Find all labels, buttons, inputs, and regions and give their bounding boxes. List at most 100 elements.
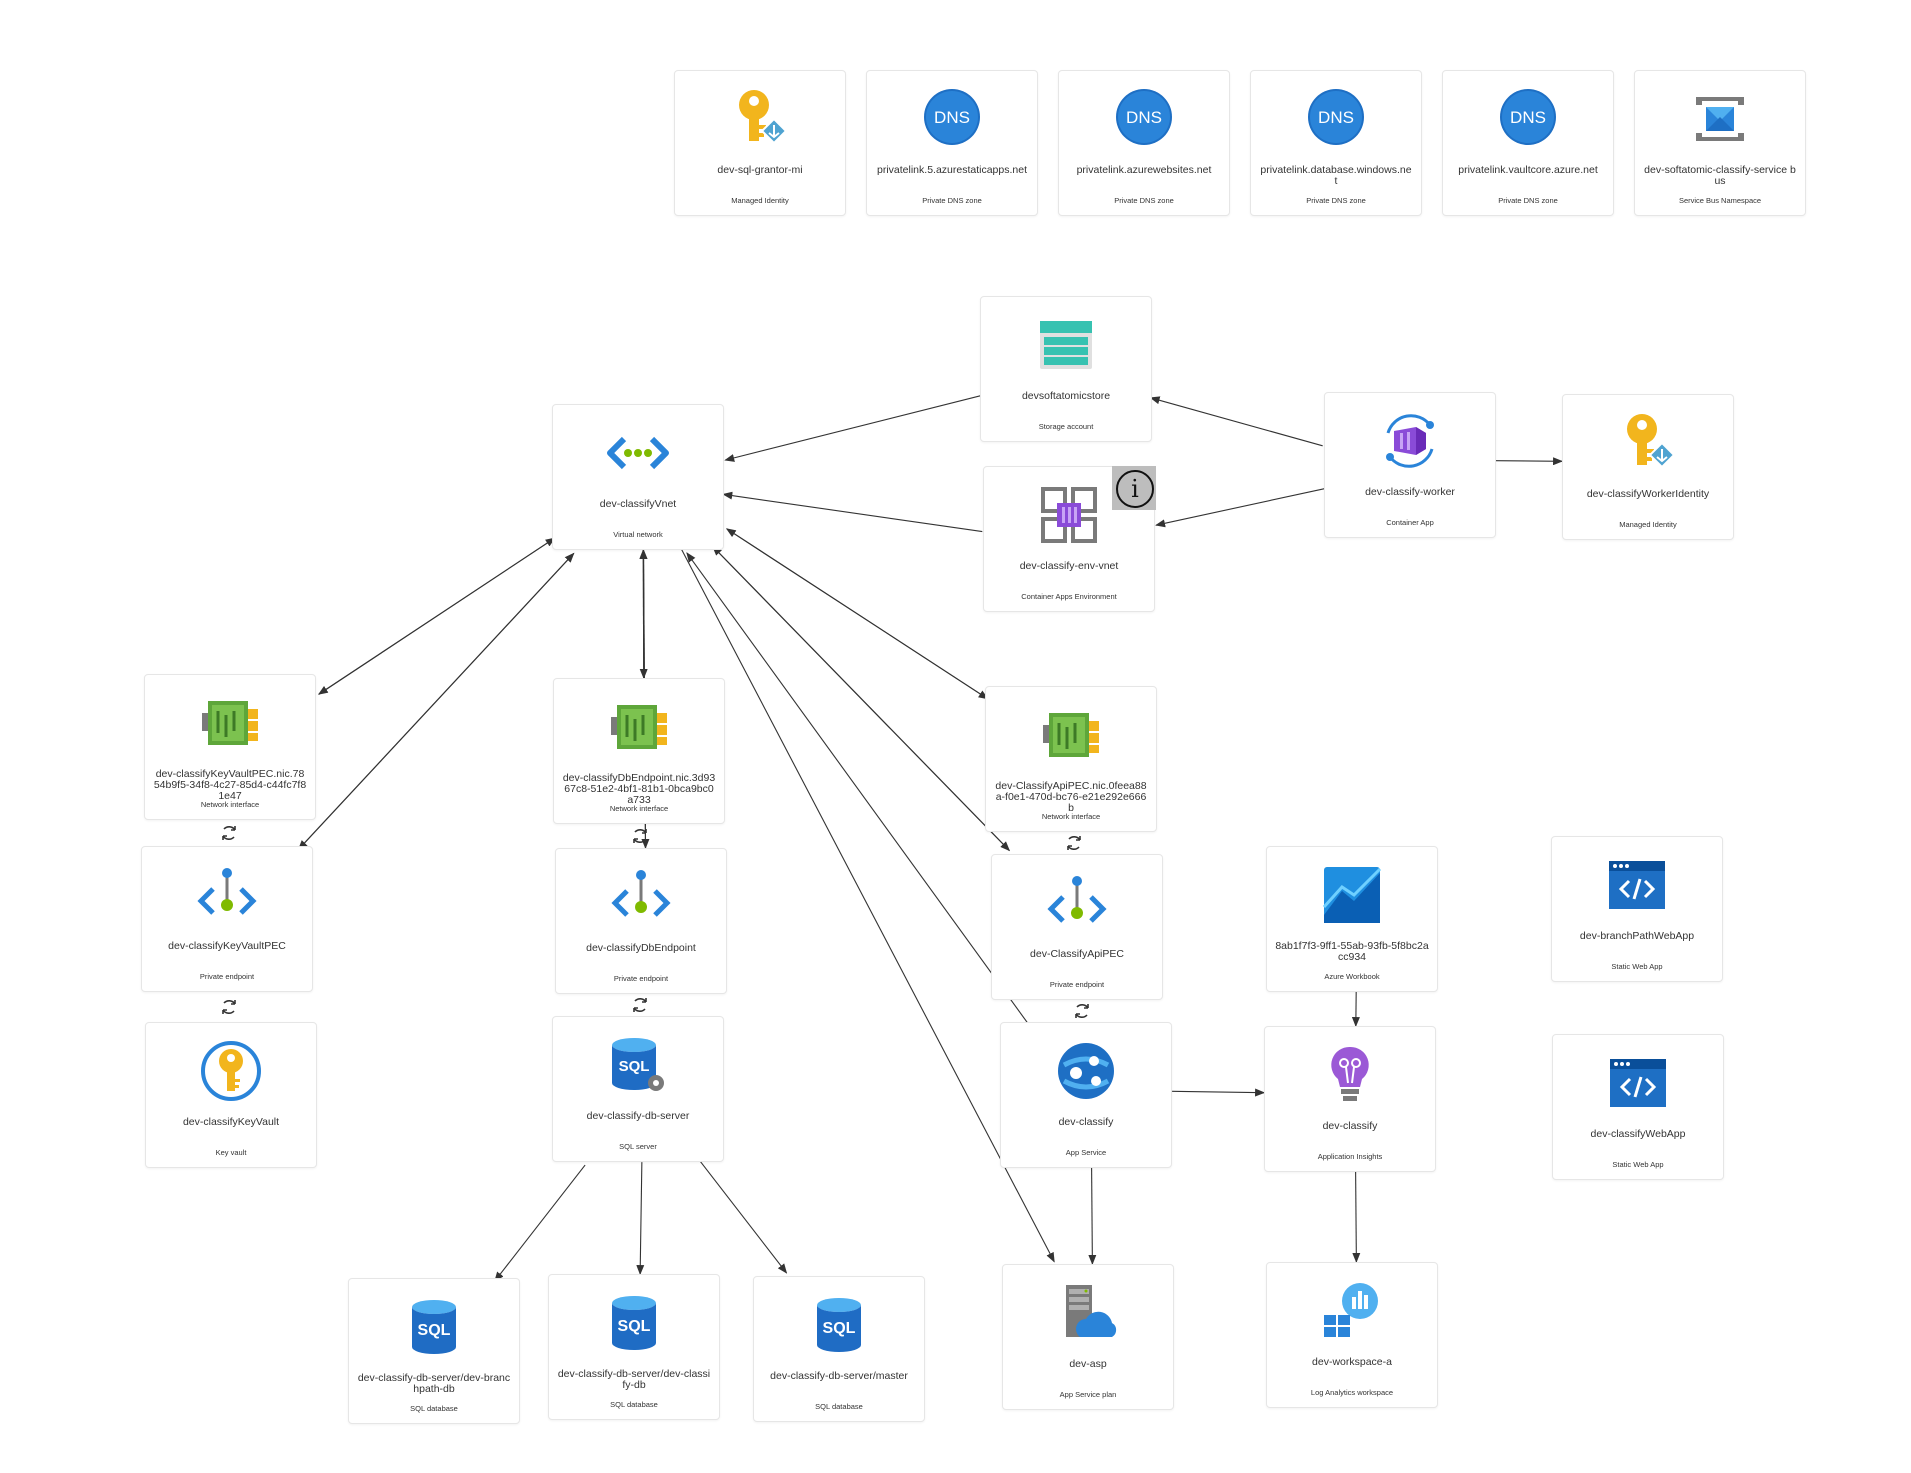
node-name: dev-sql-grantor-mi: [717, 164, 803, 176]
info-badge[interactable]: i: [1112, 466, 1156, 510]
node-dev-classify-worker[interactable]: dev-classify-worker Container App: [1324, 392, 1496, 538]
dns-icon: DNS: [1304, 87, 1368, 151]
edge-dbserver-to-db_classify: [636, 1162, 645, 1276]
edge-pe_kv-to-vnet: [298, 552, 575, 850]
node-dev-classifykeyvaultpec[interactable]: dev-classifyKeyVaultPEC Private endpoint: [141, 846, 313, 992]
node-devsoftatomicstore[interactable]: devsoftatomicstore Storage account: [980, 296, 1152, 442]
node-type: Network interface: [200, 800, 260, 809]
node-type: Private DNS zone: [1306, 196, 1366, 205]
node-type: SQL database: [610, 1400, 658, 1409]
node-type: SQL database: [410, 1404, 458, 1413]
node-privatelink-database[interactable]: DNS privatelink.database.windows.net Pri…: [1250, 70, 1422, 216]
node-dev-branchpath-db[interactable]: SQL dev-classify-db-server/dev-branchpat…: [348, 1278, 520, 1424]
node-dev-sql-grantor-mi[interactable]: dev-sql-grantor-mi Managed Identity: [674, 70, 846, 216]
node-name: dev-classifyDbEndpoint.nic.3d9367c8-51e2…: [562, 772, 716, 806]
node-dev-classify-app-service[interactable]: dev-classify App Service: [1000, 1022, 1172, 1168]
node-name: dev-asp: [1069, 1358, 1107, 1370]
network-interface-icon: [198, 691, 262, 755]
node-dev-classifywebapp[interactable]: dev-classifyWebApp Static Web App: [1552, 1034, 1724, 1180]
node-apipec-nic[interactable]: dev-ClassifyApiPEC.nic.0feea88a-f0e1-470…: [985, 686, 1157, 832]
node-dev-workspace-a[interactable]: dev-workspace-a Log Analytics workspace: [1266, 1262, 1438, 1408]
node-type: App Service: [1065, 1148, 1107, 1157]
node-name: dev-ClassifyApiPEC.nic.0feea88a-f0e1-470…: [995, 780, 1147, 814]
static-web-app-icon: [1605, 853, 1669, 917]
edge-nic_api-to-vnet: [725, 528, 989, 700]
edge-worker-to-storage: [1149, 396, 1323, 447]
edge-vnet-to-nic_kv: [317, 537, 556, 695]
node-name: dev-classifyKeyVaultPEC: [168, 940, 286, 952]
dns-icon: DNS: [1496, 87, 1560, 151]
node-keyvault-nic[interactable]: dev-classifyKeyVaultPEC.nic.7854b9f5-34f…: [144, 674, 316, 820]
node-name: dev-classify-worker: [1365, 486, 1455, 498]
edge-nic_kv-to-vnet: [318, 537, 556, 695]
private-endpoint-icon: [195, 863, 259, 927]
node-name: dev-classifyWebApp: [1590, 1128, 1686, 1140]
managed-identity-icon: [1616, 411, 1680, 475]
sql-database-icon: SQL: [807, 1293, 871, 1357]
private-endpoint-icon: [609, 865, 673, 929]
node-dev-classifyapipec[interactable]: dev-ClassifyApiPEC Private endpoint: [991, 854, 1163, 1000]
node-privatelink-azurewebsites[interactable]: DNS privatelink.azurewebsites.net Privat…: [1058, 70, 1230, 216]
node-name: dev-classifyKeyVaultPEC.nic.7854b9f5-34f…: [153, 768, 307, 802]
node-dev-classifyvnet[interactable]: dev-classifyVnet Virtual network: [552, 404, 724, 550]
sql-database-icon: SQL: [602, 1291, 666, 1355]
two-way-connection-icon: [1063, 832, 1085, 854]
svg-text:SQL: SQL: [418, 1322, 451, 1339]
service-bus-icon: [1688, 87, 1752, 151]
svg-text:SQL: SQL: [823, 1320, 856, 1337]
node-type: Private DNS zone: [922, 196, 982, 205]
edge-appsvc-to-asp: [1088, 1167, 1097, 1265]
node-azure-workbook[interactable]: 8ab1f7f3-9ff1-55ab-93fb-5f8bc2acc934 Azu…: [1266, 846, 1438, 992]
edge-storage-to-vnet: [724, 395, 982, 462]
node-type: Managed Identity: [731, 196, 789, 205]
edge-appsvc-to-vnet: [686, 552, 1030, 1026]
network-interface-icon: [607, 695, 671, 759]
node-dev-classify-db[interactable]: SQL dev-classify-db-server/dev-classify-…: [548, 1274, 720, 1420]
diagram-canvas: dev-sql-grantor-mi Managed Identity DNS …: [0, 0, 1911, 1473]
node-type: Virtual network: [613, 530, 663, 539]
svg-text:SQL: SQL: [619, 1058, 650, 1075]
node-dev-asp[interactable]: dev-asp App Service plan: [1002, 1264, 1174, 1410]
node-name: dev-classify-env-vnet: [1019, 560, 1119, 572]
edge-vnet-to-nic_api: [726, 528, 989, 700]
node-name: privatelink.vaultcore.azure.net: [1458, 164, 1598, 176]
node-name: devsoftatomicstore: [1021, 390, 1111, 402]
node-privatelink-vaultcore[interactable]: DNS privatelink.vaultcore.azure.net Priv…: [1442, 70, 1614, 216]
node-dev-classify-app-insights[interactable]: dev-classify Application Insights: [1264, 1026, 1436, 1172]
node-privatelink-azurestaticapps[interactable]: DNS privatelink.5.azurestaticapps.net Pr…: [866, 70, 1038, 216]
edge-envvnet-to-vnet: [722, 491, 983, 533]
node-master-db[interactable]: SQL dev-classify-db-server/master SQL da…: [753, 1276, 925, 1422]
edge-vnet-to-pe_kv: [297, 553, 575, 851]
node-type: Key vault: [215, 1148, 247, 1157]
sql-server-icon: SQL: [606, 1033, 670, 1097]
node-type: Network interface: [1041, 812, 1101, 821]
app-service-plan-icon: [1056, 1281, 1120, 1345]
two-way-connection-icon: [218, 822, 240, 844]
node-dev-branchpathwebapp[interactable]: dev-branchPathWebApp Static Web App: [1551, 836, 1723, 982]
application-insights-icon: [1318, 1043, 1382, 1107]
node-type: App Service plan: [1059, 1390, 1117, 1399]
virtual-network-icon: [606, 421, 670, 485]
node-dev-classifyworkeridentity[interactable]: dev-classifyWorkerIdentity Managed Ident…: [1562, 394, 1734, 540]
edge-dbserver-to-db_master: [697, 1158, 788, 1274]
node-dbendpoint-nic[interactable]: dev-classifyDbEndpoint.nic.3d9367c8-51e2…: [553, 678, 725, 824]
node-service-bus[interactable]: dev-softatomic-classify-service bus Serv…: [1634, 70, 1806, 216]
node-name: dev-classifyVnet: [599, 498, 677, 510]
node-name: dev-classifyDbEndpoint: [586, 942, 696, 954]
node-type: Private endpoint: [1049, 980, 1105, 989]
node-dev-classify-db-server[interactable]: SQL dev-classify-db-server SQL server: [552, 1016, 724, 1162]
node-name: dev-softatomic-classify-service bus: [1644, 164, 1796, 187]
node-name: dev-ClassifyApiPEC: [1030, 948, 1124, 960]
private-endpoint-icon: [1045, 871, 1109, 935]
node-name: dev-workspace-a: [1312, 1356, 1392, 1368]
node-name: dev-classify-db-server/master: [770, 1370, 908, 1382]
two-way-connection-icon: [1071, 1000, 1093, 1022]
node-dev-classifydbendpoint[interactable]: dev-classifyDbEndpoint Private endpoint: [555, 848, 727, 994]
node-name: privatelink.database.windows.net: [1260, 164, 1412, 187]
node-dev-classifykeyvault[interactable]: dev-classifyKeyVault Key vault: [145, 1022, 317, 1168]
edge-worker-to-envvnet: [1155, 488, 1326, 528]
two-way-connection-icon: [629, 994, 651, 1016]
dns-icon: DNS: [920, 87, 984, 151]
node-type: Container Apps Environment: [1021, 592, 1117, 601]
app-service-icon: [1054, 1039, 1118, 1103]
